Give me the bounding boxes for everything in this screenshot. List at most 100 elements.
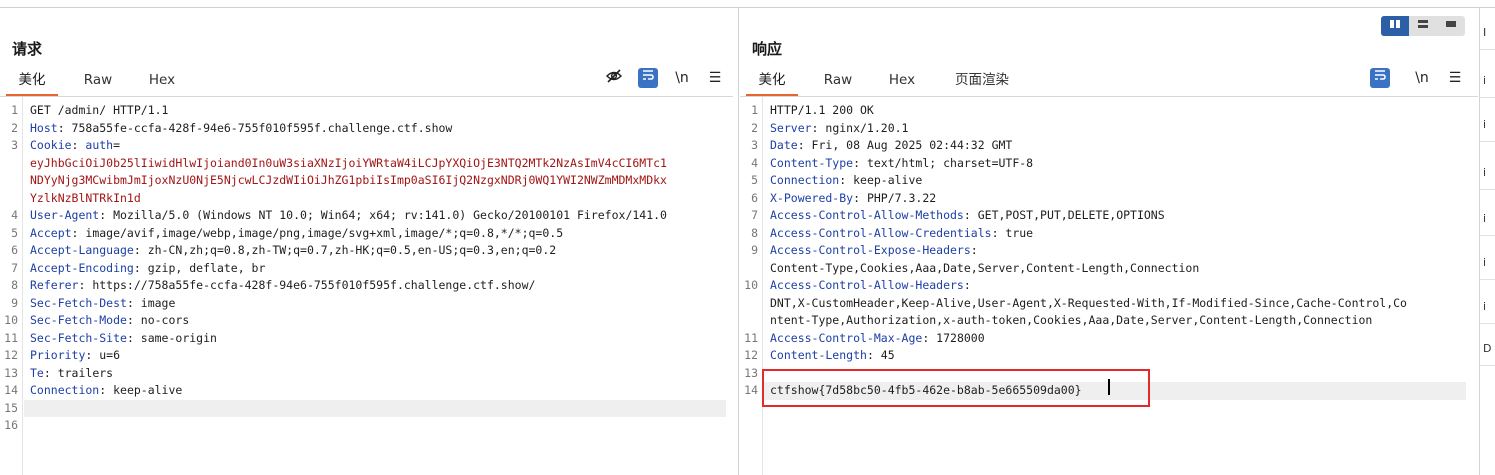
- code-line[interactable]: 1 HTTP/1.1 200 OK: [740, 102, 1478, 120]
- header-key: Date: [770, 138, 798, 152]
- side-item[interactable]: i: [1480, 108, 1495, 142]
- code-line[interactable]: ntent-Type,Authorization,x-auth-token,Co…: [740, 312, 1478, 330]
- code-line[interactable]: 15: [0, 399, 733, 417]
- code-line[interactable]: 3 Date: Fri, 08 Aug 2025 02:44:32 GMT: [740, 137, 1478, 155]
- code-line[interactable]: 11 Access-Control-Max-Age: 1728000: [740, 330, 1478, 348]
- split-vertical-icon[interactable]: [1381, 16, 1409, 36]
- menu-icon[interactable]: ☰: [1445, 68, 1465, 88]
- response-tab-raw[interactable]: Raw: [812, 69, 864, 94]
- header-key: auth: [85, 138, 114, 152]
- line-number: 12: [744, 348, 758, 362]
- line-number: 7: [11, 260, 18, 275]
- single-pane-icon[interactable]: [1437, 16, 1465, 36]
- code-line[interactable]: 9 Access-Control-Expose-Headers:: [740, 242, 1478, 260]
- line-number: 6: [751, 190, 758, 205]
- line-number: 10: [744, 278, 758, 292]
- menu-icon[interactable]: ☰: [705, 68, 725, 88]
- code-text: DNT,X-CustomHeader,Keep-Alive,User-Agent…: [770, 295, 1407, 313]
- code-line[interactable]: 4 User-Agent: Mozilla/5.0 (Windows NT 10.…: [0, 207, 733, 225]
- side-item[interactable]: i: [1480, 64, 1495, 98]
- code-line[interactable]: YzlkNzBlNTRkIn1d: [0, 190, 733, 208]
- code-line[interactable]: 8 Referer: https://758a55fe-ccfa-428f-94e…: [0, 277, 733, 295]
- code-line[interactable]: 10 Access-Control-Allow-Headers:: [740, 277, 1478, 295]
- header-value: : keep-alive: [839, 173, 923, 187]
- side-item[interactable]: i: [1480, 290, 1495, 324]
- header-value: : trailers: [43, 365, 114, 380]
- response-tab-render[interactable]: 页面渲染: [944, 69, 1020, 94]
- code-line[interactable]: 5 Connection: keep-alive: [740, 172, 1478, 190]
- code-line[interactable]: 16: [0, 417, 733, 435]
- line-number: 13: [4, 365, 18, 380]
- code-line[interactable]: NDYyNjg3MCwibmJmIjoxNzU0NjE5NjcwLCJzdWIi…: [0, 172, 733, 190]
- side-item[interactable]: i: [1480, 246, 1495, 280]
- header-key: Sec-Fetch-Site: [30, 330, 127, 345]
- header-value: YzlkNzBlNTRkIn1d: [30, 190, 141, 205]
- header-value: : image: [126, 295, 176, 310]
- code-text: Referer: https://758a55fe-ccfa-428f-94e6…: [30, 277, 535, 295]
- code-line[interactable]: 7 Access-Control-Allow-Methods: GET,POST,…: [740, 207, 1478, 225]
- pane-divider[interactable]: [738, 8, 739, 475]
- side-item[interactable]: I: [1480, 16, 1495, 50]
- code-line[interactable]: 10 Sec-Fetch-Mode: no-cors: [0, 312, 733, 330]
- header-key: Connection: [770, 173, 840, 187]
- code-text: Accept-Encoding: gzip, deflate, br: [30, 260, 265, 278]
- code-line[interactable]: 8 Access-Control-Allow-Credentials: true: [740, 225, 1478, 243]
- header-key: Accept: [30, 225, 72, 240]
- code-line[interactable]: 5 Accept: image/avif,image/webp,image/png…: [0, 225, 733, 243]
- response-tab-pretty[interactable]: 美化: [746, 69, 798, 96]
- side-item[interactable]: i: [1480, 156, 1495, 190]
- line-number: 11: [4, 330, 18, 345]
- line-number: 4: [11, 208, 18, 222]
- split-horizontal-icon[interactable]: [1409, 16, 1437, 36]
- header-value: DNT,X-CustomHeader,Keep-Alive,User-Agent…: [770, 295, 1407, 310]
- line-number: 3: [11, 138, 18, 152]
- request-tab-pretty[interactable]: 美化: [6, 69, 58, 96]
- header-value: : keep-alive: [99, 383, 183, 397]
- code-line[interactable]: 12 Priority: u=6: [0, 347, 733, 365]
- code-line[interactable]: 6 X-Powered-By: PHP/7.3.22: [740, 190, 1478, 208]
- code-line[interactable]: 3 Cookie: auth=: [0, 137, 733, 155]
- header-value: : no-cors: [126, 313, 190, 327]
- code-line[interactable]: 9 Sec-Fetch-Dest: image: [0, 295, 733, 313]
- request-tab-hex[interactable]: Hex: [136, 69, 188, 94]
- code-line[interactable]: 14 Connection: keep-alive: [0, 382, 733, 400]
- request-tab-raw[interactable]: Raw: [72, 69, 124, 94]
- side-item[interactable]: D: [1480, 332, 1495, 366]
- request-editor[interactable]: 1 GET /admin/ HTTP/1.1 2 Host: 758a55fe-ccf…: [0, 97, 733, 475]
- header-value: : image/avif,image/webp,image/png,image/…: [71, 225, 564, 240]
- header-value: : same-origin: [126, 330, 217, 345]
- header-key: Server: [770, 120, 812, 135]
- code-line[interactable]: 2 Server: nginx/1.20.1: [740, 120, 1478, 138]
- newline-toggle-icon[interactable]: \n: [1412, 68, 1432, 88]
- response-editor[interactable]: 1 HTTP/1.1 200 OK 2 Server: nginx/1.20.1 3 Da…: [740, 97, 1478, 475]
- code-line[interactable]: Content-Type,Cookies,Aaa,Date,Server,Con…: [740, 260, 1478, 278]
- code-line[interactable]: 2 Host: 758a55fe-ccfa-428f-94e6-755f010f5…: [0, 120, 733, 138]
- header-value: : 1728000: [922, 330, 985, 345]
- header-value: : true: [991, 225, 1034, 240]
- header-value: : 45: [866, 348, 895, 362]
- code-line[interactable]: 4 Content-Type: text/html; charset=UTF-8: [740, 155, 1478, 173]
- line-number: 12: [4, 348, 18, 362]
- header-value: :: [71, 138, 86, 152]
- code-text: Access-Control-Allow-Headers:: [770, 277, 971, 295]
- response-tabs: 美化 Raw Hex 页面渲染: [740, 69, 1478, 97]
- side-item[interactable]: i: [1480, 202, 1495, 236]
- wrap-lines-icon[interactable]: [1370, 68, 1390, 88]
- hide-eye-icon[interactable]: [604, 68, 624, 88]
- header-value: : u=6: [85, 348, 121, 362]
- code-line[interactable]: DNT,X-CustomHeader,Keep-Alive,User-Agent…: [740, 295, 1478, 313]
- header-key: Access-Control-Allow-Headers: [770, 278, 964, 292]
- code-line[interactable]: 6 Accept-Language: zh-CN,zh;q=0.8,zh-TW;q…: [0, 242, 733, 260]
- response-tab-hex[interactable]: Hex: [876, 69, 928, 94]
- code-line[interactable]: 7 Accept-Encoding: gzip, deflate, br: [0, 260, 733, 278]
- line-number: 8: [11, 278, 18, 292]
- newline-toggle-icon[interactable]: \n: [672, 68, 692, 88]
- code-line[interactable]: eyJhbGciOiJ0b25lIiwidHlwIjoiand0In0uW3si…: [0, 155, 733, 173]
- code-line[interactable]: 12 Content-Length: 45: [740, 347, 1478, 365]
- header-value: Content-Type,Cookies,Aaa,Date,Server,Con…: [770, 260, 1200, 275]
- code-line[interactable]: 11 Sec-Fetch-Site: same-origin: [0, 330, 733, 348]
- code-line[interactable]: 1 GET /admin/ HTTP/1.1: [0, 102, 733, 120]
- wrap-lines-icon[interactable]: [638, 68, 658, 88]
- code-line[interactable]: 13 Te: trailers: [0, 365, 733, 383]
- header-value: : nginx/1.20.1: [811, 120, 909, 135]
